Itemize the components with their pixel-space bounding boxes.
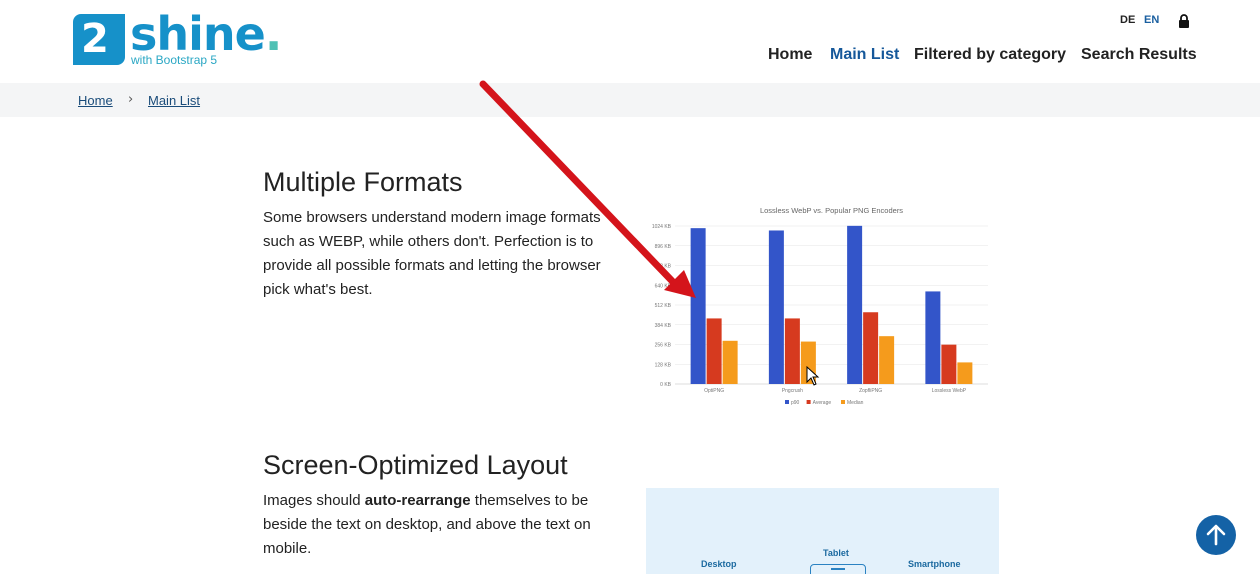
- section-title-multiple-formats: Multiple Formats: [263, 167, 463, 197]
- chart-legend-swatch: [841, 400, 845, 404]
- site-logo[interactable]: 2 shine. with Bootstrap 5: [73, 7, 303, 70]
- nav-search-results[interactable]: Search Results: [1081, 46, 1197, 64]
- chart-bar-median: [957, 362, 973, 384]
- breadcrumb-separator: ›: [128, 92, 134, 107]
- chart-category-label: Lossless WebP: [932, 388, 967, 394]
- chart-bar-average: [941, 344, 957, 384]
- section-text-screen-optimized: Images should auto-rearrange themselves …: [263, 492, 591, 557]
- chart-bar-p90: [768, 230, 784, 384]
- layout-illustration: Desktop Tablet Smartphone: [646, 488, 999, 574]
- chart-ytick-label: 384 KB: [655, 323, 672, 329]
- lang-de-link[interactable]: DE: [1120, 14, 1135, 26]
- lock-icon[interactable]: [1178, 14, 1190, 28]
- tablet-frame-icon: [810, 564, 866, 574]
- chart-bar-median: [879, 336, 895, 384]
- breadcrumb-main-list[interactable]: Main List: [148, 93, 200, 108]
- chart-bar-median: [722, 340, 738, 384]
- chart-legend-label: p90: [791, 400, 800, 406]
- chart-svg: Lossless WebP vs. Popular PNG Encoders 0 …: [652, 206, 988, 406]
- chart-category-label: Pngcrush: [782, 388, 803, 394]
- chart-bar-p90: [847, 225, 863, 384]
- lang-en-link[interactable]: EN: [1144, 14, 1159, 26]
- logo-badge: 2: [73, 14, 125, 65]
- chart-ytick-label: 512 KB: [655, 303, 672, 309]
- chart-ytick-label: 0 KB: [660, 382, 672, 388]
- breadcrumb: Home › Main List: [0, 83, 1260, 117]
- logo-tagline: with Bootstrap 5: [131, 53, 218, 67]
- chart-bar-average: [784, 318, 800, 384]
- arrow-up-icon: [1206, 524, 1226, 546]
- chart-bar-p90: [925, 291, 941, 384]
- chart-title: Lossless WebP vs. Popular PNG Encoders: [760, 206, 903, 215]
- site-header: 2 shine. with Bootstrap 5 DE EN Home Mai…: [0, 0, 1260, 82]
- device-label-desktop: Desktop: [701, 559, 737, 569]
- chart-ytick-label: 640 KB: [655, 283, 672, 289]
- chart-ytick-label: 256 KB: [655, 343, 672, 349]
- section-text-multiple-formats: Some browsers understand modern image fo…: [263, 209, 601, 298]
- chart-bar-average: [863, 312, 879, 384]
- chart-ytick-label: 1024 KB: [652, 224, 672, 230]
- nav-filtered-by-category[interactable]: Filtered by category: [914, 46, 1066, 64]
- chart-bar-p90: [690, 228, 706, 384]
- breadcrumb-home[interactable]: Home: [78, 93, 113, 108]
- device-label-smartphone: Smartphone: [908, 559, 961, 569]
- mouse-cursor-icon: [806, 366, 820, 386]
- nav-main-list[interactable]: Main List: [830, 46, 899, 64]
- encoder-comparison-chart: Lossless WebP vs. Popular PNG Encoders 0 …: [645, 200, 998, 410]
- chart-ytick-label: 128 KB: [655, 362, 672, 368]
- device-label-tablet: Tablet: [823, 548, 849, 558]
- nav-home[interactable]: Home: [768, 46, 812, 64]
- chart-legend-swatch: [785, 400, 789, 404]
- chart-ytick-label: 896 KB: [655, 244, 672, 250]
- chart-bar-average: [706, 318, 722, 384]
- chart-legend-label: Average: [813, 400, 832, 406]
- chart-category-label: ZopfliPNG: [859, 388, 882, 394]
- scroll-to-top-button[interactable]: [1196, 515, 1236, 555]
- chart-category-label: OptiPNG: [704, 388, 724, 394]
- chart-legend-label: Median: [847, 400, 864, 406]
- chart-legend-swatch: [806, 400, 811, 404]
- section-title-screen-optimized: Screen-Optimized Layout: [263, 450, 568, 480]
- chart-ytick-label: 768 KB: [655, 264, 672, 270]
